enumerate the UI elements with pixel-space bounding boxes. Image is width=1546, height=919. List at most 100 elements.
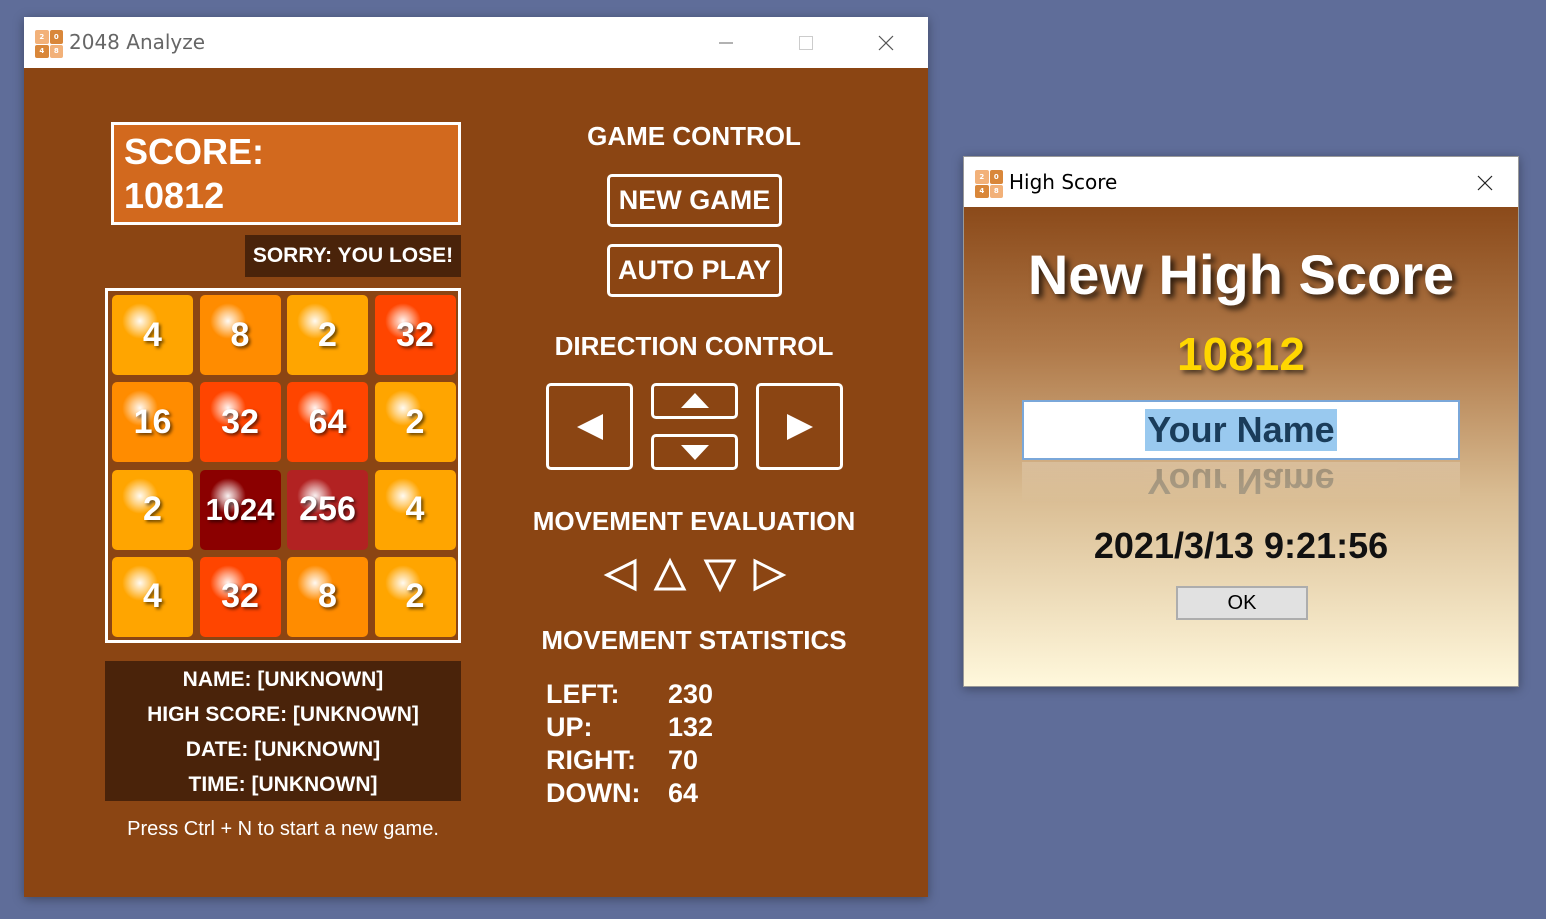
stat-row-down: DOWN: 64: [546, 777, 713, 810]
board-tile: 2: [374, 382, 456, 463]
main-window: 2 0 4 8 2048 Analyze SCORE: 10812 SORRY:…: [24, 17, 928, 897]
dialog-close-button[interactable]: [1450, 157, 1520, 208]
movement-evaluation-arrows: [603, 557, 787, 597]
board-tile: 2: [287, 295, 368, 375]
game-control-title: GAME CONTROL: [587, 121, 801, 151]
dialog-heading: New High Score: [1027, 243, 1455, 306]
score-box: SCORE: 10812: [111, 122, 461, 225]
close-icon: [1477, 175, 1493, 190]
tile-value: 1024: [205, 491, 275, 527]
close-button[interactable]: [846, 17, 926, 68]
maximize-button[interactable]: [766, 17, 846, 68]
movement-statistics-title: MOVEMENT STATISTICS: [541, 625, 847, 655]
stat-value: 132: [668, 712, 714, 742]
tile-value: 2: [143, 490, 162, 529]
move-left-button[interactable]: [546, 383, 633, 470]
score-label: SCORE:: [124, 131, 265, 172]
board-tile: 8: [287, 556, 368, 637]
tile-value: 8: [318, 577, 337, 616]
dialog-content: New High Score 10812 Your Name Your Name…: [963, 207, 1519, 687]
board-tile: 2: [374, 556, 456, 637]
tile-value: 4: [405, 490, 425, 529]
board-tile: 8: [199, 295, 281, 375]
stat-value: 70: [668, 745, 699, 775]
auto-play-button[interactable]: AUTO PLAY: [607, 244, 782, 297]
record-high-score: HIGH SCORE: [UNKNOWN]: [147, 703, 419, 726]
hint-text: Press Ctrl + N to start a new game.: [127, 818, 439, 840]
app-icon: 2 0 4 8: [975, 170, 1003, 198]
tile-value: 32: [221, 577, 259, 616]
up-arrow-icon: [680, 393, 709, 408]
tile-value: 256: [299, 490, 356, 529]
stat-row-up: UP: 132: [546, 711, 713, 744]
board-tile: 16: [112, 382, 193, 463]
down-arrow-icon: [680, 445, 709, 460]
board-tile: 32: [374, 295, 456, 375]
stat-label: UP:: [546, 712, 593, 742]
tile-value: 32: [221, 402, 259, 441]
new-game-button[interactable]: NEW GAME: [607, 174, 782, 227]
record-date: DATE: [UNKNOWN]: [185, 738, 381, 761]
tile-value: 2: [318, 315, 337, 354]
board-tile: 1024: [199, 469, 281, 550]
stat-label: DOWN:: [546, 778, 641, 808]
record-time: TIME: [UNKNOWN]: [188, 773, 378, 796]
minimize-icon: [719, 42, 733, 43]
dialog-title: High Score: [1009, 170, 1118, 194]
stat-value: 230: [668, 679, 714, 709]
close-icon: [878, 35, 894, 50]
ok-button[interactable]: OK: [1176, 586, 1308, 620]
stat-row-right: RIGHT: 70: [546, 744, 713, 777]
up-outline-arrow-icon: [653, 557, 687, 591]
stat-value: 64: [668, 778, 699, 808]
board-tile: 256: [287, 469, 368, 550]
dialog-titlebar[interactable]: 2 0 4 8 High Score: [963, 156, 1519, 207]
name-input-value: Your Name: [1145, 409, 1337, 451]
movement-evaluation-title: MOVEMENT EVALUATION: [532, 506, 856, 536]
minimize-button[interactable]: [686, 17, 766, 68]
left-outline-arrow-icon: [603, 558, 637, 592]
dialog-datetime: 2021/3/13 9:21:56: [1093, 525, 1389, 566]
board-tile: 4: [112, 556, 193, 637]
dialog-score: 10812: [1177, 328, 1305, 380]
tile-value: 8: [230, 315, 250, 354]
move-right-button[interactable]: [756, 383, 843, 470]
tile-value: 32: [396, 315, 434, 354]
record-info-panel: NAME: [UNKNOWN] HIGH SCORE: [UNKNOWN] DA…: [105, 661, 461, 801]
window-title: 2048 Analyze: [69, 30, 206, 54]
high-score-dialog: 2 0 4 8 High Score New High Score 10812 …: [963, 156, 1519, 687]
tile-value: 2: [405, 402, 425, 441]
app-icon: 2 0 4 8: [35, 30, 63, 58]
right-outline-arrow-icon: [753, 558, 787, 592]
board-tile: 32: [199, 556, 281, 637]
move-up-button[interactable]: [651, 383, 738, 419]
board-tile: 2: [112, 469, 193, 550]
game-board: 4 8 2 32 16 32 64 2 2 1024 256 4 4 32 8 2: [105, 288, 461, 643]
stat-row-left: LEFT: 230: [546, 678, 713, 711]
stat-label: LEFT:: [546, 679, 620, 709]
right-arrow-icon: [786, 413, 813, 440]
left-arrow-icon: [576, 413, 603, 440]
main-titlebar[interactable]: 2 0 4 8 2048 Analyze: [24, 17, 928, 68]
board-tile: 64: [287, 382, 368, 463]
tile-value: 64: [308, 402, 347, 441]
tile-value: 4: [143, 577, 162, 616]
record-name: NAME: [UNKNOWN]: [182, 668, 384, 691]
name-input-reflection: Your Name: [1022, 462, 1460, 502]
name-input[interactable]: Your Name: [1022, 400, 1460, 460]
score-value: 10812: [124, 175, 225, 216]
board-tile: 4: [112, 295, 193, 375]
movement-statistics: LEFT: 230 UP: 132 RIGHT: 70 DOWN: 64: [546, 678, 713, 810]
tile-value: 4: [143, 315, 162, 354]
stat-label: RIGHT:: [546, 745, 636, 775]
main-content: SCORE: 10812 SORRY: YOU LOSE! 4 8 2 32 16 32 6…: [24, 68, 928, 897]
direction-control-title: DIRECTION CONTROL: [554, 331, 834, 361]
move-down-button[interactable]: [651, 434, 738, 470]
down-outline-arrow-icon: [703, 559, 737, 593]
board-tile: 32: [199, 382, 281, 463]
tile-value: 16: [133, 402, 172, 441]
board-tile: 4: [374, 469, 456, 550]
tile-value: 2: [405, 577, 425, 616]
status-badge: SORRY: YOU LOSE!: [245, 235, 461, 277]
maximize-icon: [799, 35, 813, 50]
